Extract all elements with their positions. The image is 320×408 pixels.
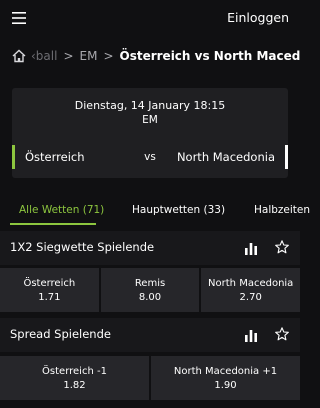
breadcrumb-separator: > — [103, 49, 114, 63]
login-button[interactable]: Einloggen — [227, 10, 289, 25]
outcome-label: North Macedonia +1 — [173, 365, 278, 377]
market-title: Spread Spielende — [10, 327, 111, 341]
tab-main-bets[interactable]: Hauptwetten (33) — [132, 204, 225, 216]
home-icon[interactable] — [12, 49, 26, 63]
bar-chart-icon[interactable] — [244, 241, 258, 255]
breadcrumb: ‹ball > EM > Österreich vs North Macedon… — [0, 36, 300, 76]
outcome-odds: 2.70 — [239, 291, 262, 303]
odds-button-draw[interactable]: Remis 8.00 — [100, 268, 200, 312]
tab-all-bets[interactable]: Alle Wetten (71) — [19, 204, 104, 216]
star-icon[interactable] — [275, 240, 289, 254]
odds-button-home[interactable]: Österreich 1.71 — [0, 268, 99, 312]
breadcrumb-separator: > — [63, 49, 74, 63]
outcome-odds: 1.82 — [63, 379, 86, 391]
match-competition: EM — [142, 114, 158, 126]
match-info-card: Dienstag, 14 January 18:15 EM Österreich… — [12, 88, 288, 178]
tab-halves[interactable]: Halbzeiten — [254, 204, 310, 216]
match-datetime: Dienstag, 14 January 18:15 — [74, 99, 226, 112]
outcome-odds: 1.71 — [38, 291, 61, 303]
outcome-label: Österreich -1 — [42, 365, 107, 377]
outcome-odds: 8.00 — [138, 291, 162, 303]
odds-button-away[interactable]: North Macedonia 2.70 — [201, 268, 301, 312]
odds-button-home-spread[interactable]: Österreich -1 1.82 — [0, 356, 149, 400]
outcome-label: Österreich — [23, 277, 76, 289]
active-tab-indicator — [10, 223, 96, 225]
outcome-odds: 1.90 — [214, 379, 237, 391]
bar-chart-icon[interactable] — [244, 328, 258, 342]
market-title: 1X2 Siegwette Spielende — [10, 240, 155, 254]
breadcrumb-sport[interactable]: ‹ball — [31, 49, 57, 63]
odds-row-spread: Österreich -1 1.82 North Macedonia +1 1.… — [0, 356, 300, 400]
outcome-label: Remis — [134, 277, 166, 289]
breadcrumb-current-match: Österreich vs North Macedonia — [119, 49, 301, 63]
odds-row-1x2: Österreich 1.71 Remis 8.00 North Macedon… — [0, 268, 301, 312]
star-icon[interactable] — [275, 327, 289, 341]
hamburger-menu-icon[interactable] — [12, 12, 26, 24]
bet-category-tabs: Alle Wetten (71) Hauptwetten (33) Halbze… — [0, 196, 310, 226]
outcome-label: North Macedonia — [208, 277, 294, 289]
odds-button-away-spread[interactable]: North Macedonia +1 1.90 — [151, 356, 300, 400]
market-header-spread[interactable]: Spread Spielende — [0, 318, 300, 352]
market-header-1x2[interactable]: 1X2 Siegwette Spielende — [0, 231, 300, 265]
top-bar: Einloggen — [0, 0, 300, 36]
breadcrumb-competition[interactable]: EM — [80, 49, 98, 63]
away-team-name: North Macedonia — [177, 145, 288, 169]
